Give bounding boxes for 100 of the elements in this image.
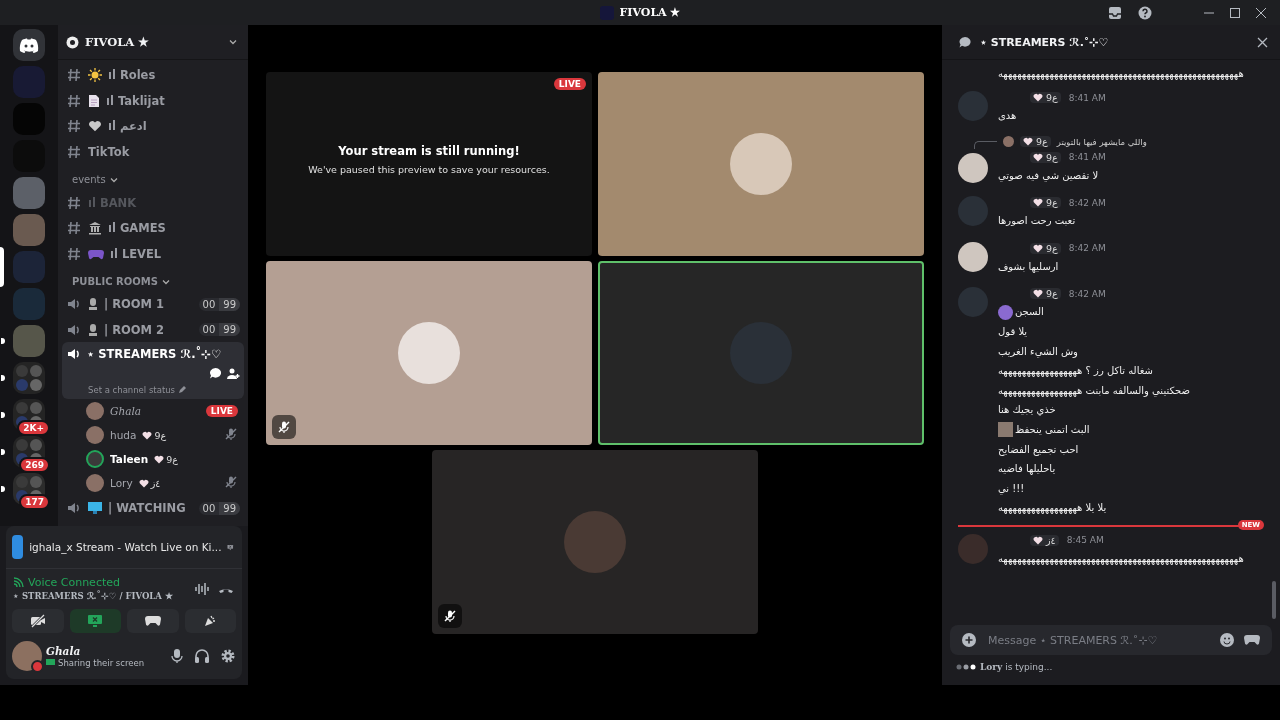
- text-channel[interactable]: ıl ادعم: [62, 113, 244, 140]
- chat-bubble-icon[interactable]: [209, 367, 222, 381]
- text-channel[interactable]: ıl LEVEL: [62, 241, 244, 267]
- voice-channel-name[interactable]: ⋆ STREAMERS ℛ.˚⊹♡ / FIVOLA ★: [13, 591, 186, 601]
- server-icon[interactable]: [13, 177, 45, 209]
- activity-title: ighala_x Stream - Watch Live on Ki...: [29, 541, 222, 553]
- microphone-icon[interactable]: [170, 648, 184, 664]
- user-tag: ٤ز: [138, 477, 161, 489]
- add-person-icon[interactable]: [227, 367, 240, 381]
- timestamp: 8:45 AM: [1066, 535, 1104, 546]
- voice-channel[interactable]: | ROOM 2 00 99: [62, 317, 244, 343]
- avatar: [86, 450, 104, 469]
- heart-icon: [1033, 289, 1043, 299]
- voice-channel[interactable]: ⋆ STREAMERS ℛ.˚⊹♡ Set a channel status: [62, 342, 244, 400]
- headphones-icon[interactable]: [194, 648, 210, 664]
- channel-status-text[interactable]: Set a channel status: [88, 385, 176, 396]
- server-folder[interactable]: [13, 362, 45, 394]
- signal-icon: [13, 577, 24, 588]
- text-channel[interactable]: TikTok: [62, 139, 244, 165]
- camera-off-icon: [29, 614, 46, 628]
- heart-icon: [1033, 198, 1043, 208]
- inbox-icon[interactable]: [1108, 5, 1122, 20]
- muted-mic-icon: [277, 420, 291, 434]
- participant-tile[interactable]: [598, 72, 924, 256]
- message-text: لا تقصين شي فيه صوتي: [998, 168, 1099, 184]
- sound-wave-icon[interactable]: [194, 581, 210, 596]
- message-text: يلا قول: [998, 324, 1028, 339]
- screen-button[interactable]: [69, 609, 121, 633]
- voice-status: Voice Connected: [28, 576, 120, 589]
- settings-icon[interactable]: [220, 648, 236, 664]
- typing-indicator: Lory is typing...: [980, 662, 1053, 672]
- avatar: [1003, 136, 1014, 148]
- timestamp: 8:41 AM: [1068, 92, 1106, 103]
- hash-icon: [66, 118, 82, 135]
- user-avatar[interactable]: [12, 641, 42, 671]
- selected-indicator: [0, 247, 4, 287]
- message-text: ني !!!: [998, 481, 1025, 497]
- message-text: وش الشيء الغريب: [998, 344, 1078, 360]
- reply-preview: واللي مايشهر فيها بالتويتر: [1056, 136, 1147, 147]
- mention-count-badge: 269: [19, 457, 50, 473]
- close-icon[interactable]: [1256, 7, 1266, 18]
- camera-button[interactable]: [12, 609, 64, 633]
- heart-icon: [1033, 535, 1043, 545]
- voice-channel[interactable]: | WATCHING 00 99: [62, 495, 244, 521]
- emoji-icon[interactable]: [1220, 633, 1234, 647]
- heart-icon: [154, 454, 165, 464]
- emoji-icon: [998, 304, 1013, 320]
- soundboard-button[interactable]: [184, 609, 236, 633]
- hash-icon: [66, 194, 82, 211]
- monitor-icon: [87, 501, 103, 516]
- username: Ghala: [46, 644, 82, 657]
- participant-tile[interactable]: [266, 261, 592, 445]
- home-button[interactable]: [13, 29, 45, 61]
- hash-icon: [66, 245, 82, 262]
- channel-category[interactable]: events: [62, 164, 244, 190]
- heart-icon: [142, 430, 153, 440]
- message-input[interactable]: Message ⋆ STREAMERS ℛ.˚⊹♡: [986, 632, 1210, 648]
- close-icon[interactable]: [1257, 36, 1268, 48]
- timestamp: 8:42 AM: [1068, 197, 1106, 208]
- message-text: شغاله تاكل رز ؟ هههههههههههههههههه: [998, 364, 1153, 379]
- text-channel[interactable]: ıl Roles: [62, 62, 244, 88]
- voice-channel[interactable]: | ROOM 1 00 99: [62, 291, 244, 318]
- reply-connector: [974, 141, 997, 150]
- gamepad-icon: [144, 615, 161, 627]
- maximize-icon[interactable]: [1230, 7, 1240, 18]
- status-dot: [31, 660, 44, 673]
- server-name[interactable]: FIVOLA ★: [85, 35, 222, 49]
- avatar[interactable]: [958, 241, 988, 272]
- help-icon[interactable]: [1138, 5, 1152, 20]
- mention-count-badge: 2K+: [17, 420, 50, 436]
- channel-category[interactable]: PUBLIC ROOMS: [62, 266, 244, 292]
- server-icon[interactable]: [13, 325, 45, 357]
- message-text: ارسليها بشوف: [998, 259, 1059, 275]
- participant-tile[interactable]: [598, 261, 924, 445]
- user-limit-counter: 00 99: [198, 297, 240, 311]
- gamepad-icon[interactable]: [1244, 634, 1260, 646]
- user-tag: 9ع: [154, 453, 178, 465]
- message-text: ياحليلها فاضيه: [998, 462, 1056, 477]
- message-field[interactable]: Message ⋆ STREAMERS ℛ.˚⊹♡: [950, 625, 1272, 655]
- avatar: [86, 426, 104, 445]
- participant-tile[interactable]: [432, 450, 758, 634]
- thread-icon: [958, 35, 972, 49]
- text-channel[interactable]: ıl GAMES: [62, 215, 244, 242]
- user-status: Sharing their screen: [58, 657, 145, 668]
- typing-dots-icon: [956, 664, 976, 670]
- live-badge: LIVE: [205, 405, 238, 418]
- add-icon[interactable]: [962, 633, 976, 647]
- avatar[interactable]: [958, 152, 988, 183]
- stream-paused-title: Your stream is still running!: [338, 143, 520, 158]
- activity-button[interactable]: [127, 609, 179, 633]
- text-channel[interactable]: ıl Taklijat: [62, 87, 244, 114]
- microphone-icon: [87, 322, 99, 337]
- microphone-icon: [87, 297, 99, 312]
- message-text: ههههههههههههههههههههههههههههههههههههههههههههههههههههه: [998, 552, 1244, 564]
- server-icon[interactable]: [13, 214, 45, 246]
- hash-icon: [66, 92, 82, 109]
- user-tag: 9ع: [1020, 136, 1051, 148]
- voice-user[interactable]: Ghala LIVE: [62, 399, 244, 424]
- heart-icon: [138, 478, 149, 488]
- stream-tile[interactable]: LIVE Your stream is still running! We've paused this preview to save your resources.: [266, 72, 592, 256]
